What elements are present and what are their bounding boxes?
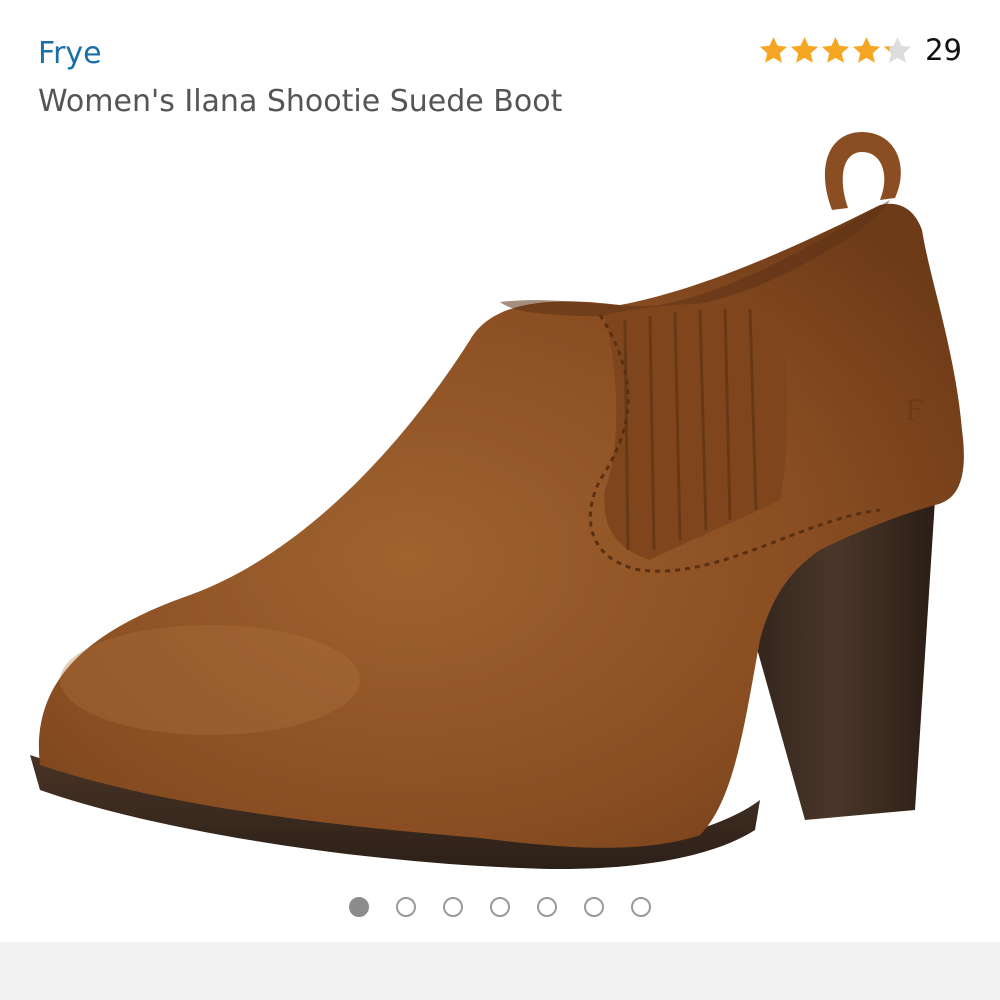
review-count[interactable]: 29 bbox=[925, 30, 962, 70]
boot-pull-tab bbox=[824, 132, 901, 210]
carousel-dot[interactable] bbox=[584, 897, 604, 917]
carousel-dot[interactable] bbox=[537, 897, 557, 917]
carousel-dot[interactable] bbox=[443, 897, 463, 917]
product-header: Frye Women's Ilana Shootie Suede Boot 29 bbox=[0, 0, 1000, 125]
star-icon bbox=[853, 36, 881, 63]
carousel-dot[interactable] bbox=[490, 897, 510, 917]
star-icon bbox=[822, 36, 850, 63]
product-image[interactable]: F bbox=[0, 120, 1000, 885]
brand-emblem: F bbox=[905, 394, 924, 427]
star-icon bbox=[884, 36, 912, 63]
star-icon bbox=[791, 36, 819, 63]
carousel-dot[interactable] bbox=[349, 897, 369, 917]
rating-summary[interactable]: 29 bbox=[758, 30, 962, 70]
carousel-dot[interactable] bbox=[631, 897, 651, 917]
carousel-dot[interactable] bbox=[396, 897, 416, 917]
bottom-bar bbox=[0, 942, 1000, 1000]
toe-highlight bbox=[60, 625, 360, 735]
star-rating bbox=[758, 35, 913, 66]
brand-link[interactable]: Frye bbox=[38, 34, 102, 74]
product-title: Women's Ilana Shootie Suede Boot bbox=[38, 84, 563, 119]
image-carousel-indicators bbox=[0, 894, 1000, 920]
star-icon bbox=[760, 36, 788, 63]
